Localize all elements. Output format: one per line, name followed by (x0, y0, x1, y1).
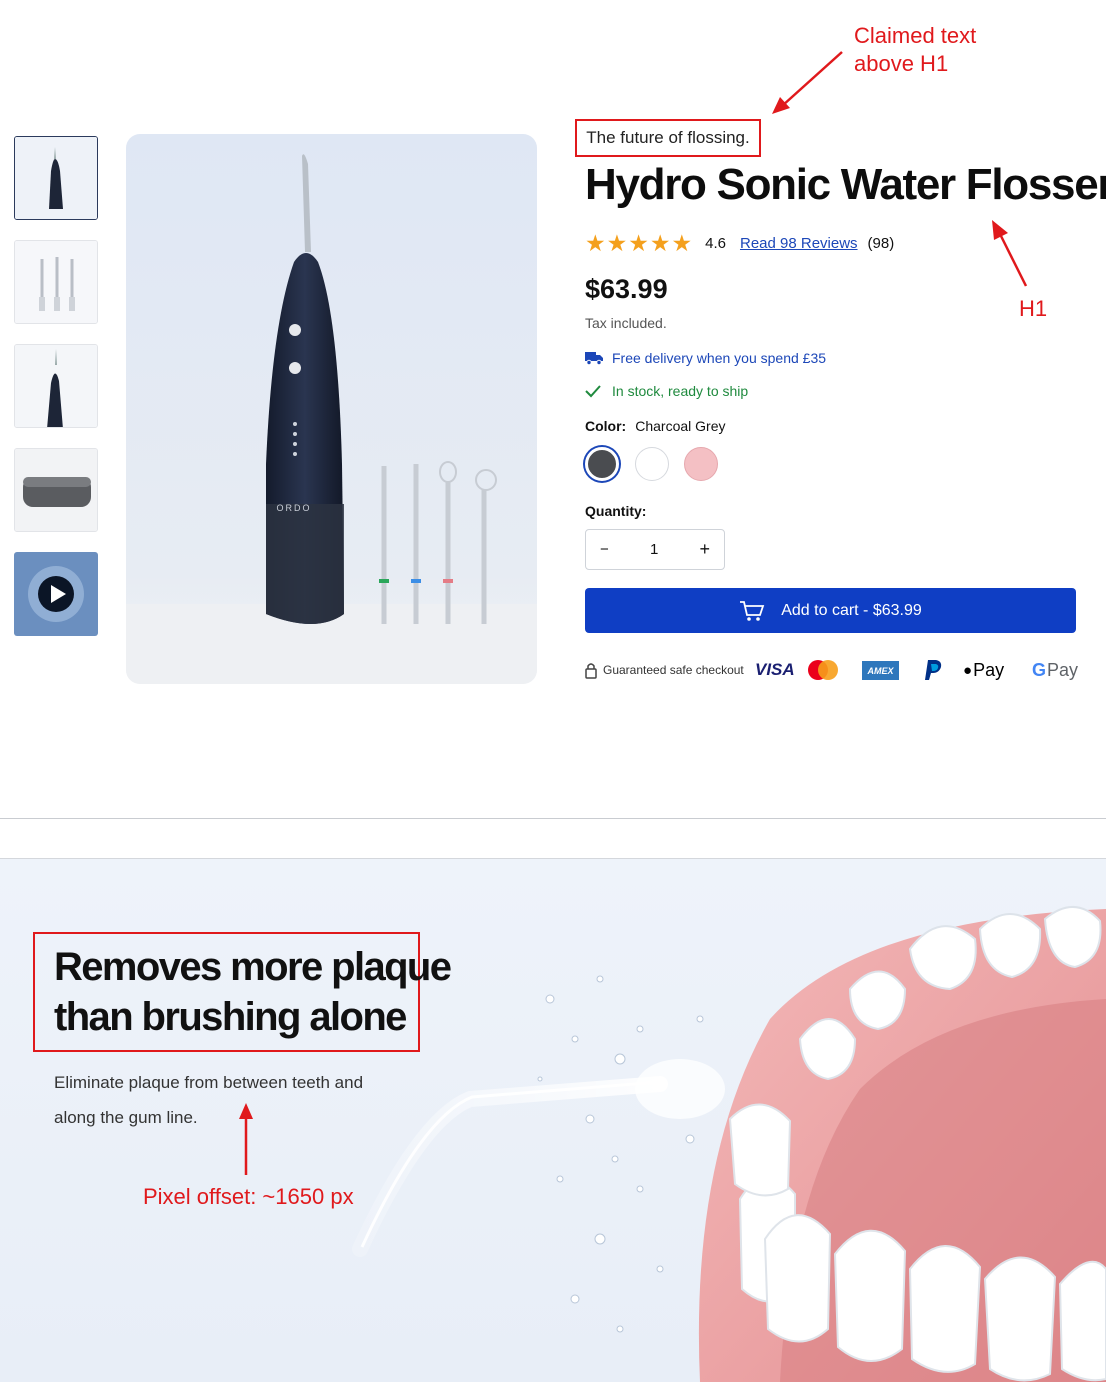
payment-visa: VISA (755, 657, 795, 683)
add-to-cart-label: Add to cart - $63.99 (781, 601, 922, 619)
star-icon: ★ (671, 230, 693, 256)
rating-row: ★★★★★ 4.6 Read 98 Reviews (98) (585, 230, 894, 257)
quantity-stepper: − 1 + (585, 529, 725, 570)
annotation-offset-label: Pixel offset: ~1650 px (143, 1184, 354, 1209)
lock-icon (585, 662, 597, 679)
annotation-arrow-h1 (992, 220, 1028, 287)
color-row: Color: Charcoal Grey (585, 418, 725, 434)
star-icon: ★ (628, 230, 649, 256)
thumbnail-3[interactable] (14, 344, 98, 428)
star-icon: ★ (649, 230, 671, 256)
googlepay-text: Pay (1047, 659, 1079, 680)
payment-amex: AMEX (862, 661, 899, 680)
thumbnail-4[interactable] (14, 448, 98, 532)
applepay-text: Pay (973, 659, 1005, 680)
color-value: Charcoal Grey (635, 418, 726, 434)
benefit-body-line-1: Eliminate plaque from between teeth and (54, 1073, 364, 1092)
qty-value[interactable]: 1 (650, 541, 658, 558)
reviews-count: (98) (867, 235, 895, 252)
color-swatch-charcoal[interactable] (585, 447, 619, 481)
stock-info: In stock, ready to ship (585, 383, 748, 399)
safe-checkout-text: Guaranteed safe checkout (603, 663, 744, 677)
main-product-image: ORDO (126, 134, 537, 684)
thumbnail-2[interactable] (14, 240, 98, 324)
payment-googlepay: G Pay (1032, 657, 1078, 683)
device-brand-text: ORDO (277, 503, 312, 513)
benefit-heading: Removes more plaque than brushing alone (54, 942, 452, 1042)
truck-icon (585, 352, 603, 365)
add-to-cart-button[interactable]: Add to cart - $63.99 (585, 588, 1076, 633)
check-icon (585, 385, 601, 398)
rating-value: 4.6 (705, 235, 726, 252)
benefit-body-line-2: along the gum line. (54, 1108, 198, 1127)
paypal-icon (925, 660, 942, 680)
product-price: $63.99 (585, 274, 668, 304)
qty-decrease-button[interactable]: − (600, 541, 609, 558)
apple-icon: ● (963, 661, 973, 679)
annotation-h1-label: H1 (1019, 296, 1048, 321)
visa-text: VISA (755, 660, 795, 679)
benefit-heading-line-1: Removes more plaque (54, 945, 452, 989)
color-label: Color: (585, 418, 627, 434)
benefit-section: Removes more plaque than brushing alone … (0, 859, 1106, 1382)
amex-text: AMEX (867, 665, 894, 676)
stock-text: In stock, ready to ship (612, 383, 749, 399)
thumbnail-1[interactable] (14, 136, 98, 220)
color-swatch-white[interactable] (635, 447, 669, 481)
thumbnail-video[interactable] (14, 552, 98, 636)
annotation-claimed-text: Claimed text above H1 (854, 22, 976, 78)
google-g-icon: G (1032, 659, 1047, 680)
star-icon: ★ (585, 230, 606, 256)
cart-icon (740, 600, 765, 621)
payment-applepay: ● Pay (963, 657, 1004, 683)
section-divider (0, 818, 1106, 819)
mastercard-icon (808, 660, 838, 680)
color-swatch-pink[interactable] (684, 447, 718, 481)
tax-note: Tax included. (585, 315, 667, 331)
product-eyebrow: The future of flossing. (575, 119, 761, 157)
product-title: Hydro Sonic Water Flosser (585, 160, 1106, 209)
delivery-text: Free delivery when you spend £35 (612, 350, 827, 366)
annotation-arrow-offset (239, 1103, 253, 1175)
star-icon: ★ (606, 230, 628, 256)
benefit-body: Eliminate plaque from between teeth and … (54, 1065, 363, 1135)
delivery-info: Free delivery when you spend £35 (585, 350, 826, 366)
rating-stars: ★★★★★ (585, 230, 693, 257)
benefit-heading-line-2: than brushing alone (54, 995, 407, 1039)
safe-checkout: Guaranteed safe checkout (585, 657, 744, 683)
qty-increase-button[interactable]: + (699, 539, 710, 560)
reviews-link[interactable]: Read 98 Reviews (740, 235, 858, 252)
quantity-label: Quantity: (585, 503, 647, 519)
annotation-claimed-line: Claimed text above H1 (854, 23, 977, 76)
annotation-arrow-eyebrow (772, 51, 843, 114)
